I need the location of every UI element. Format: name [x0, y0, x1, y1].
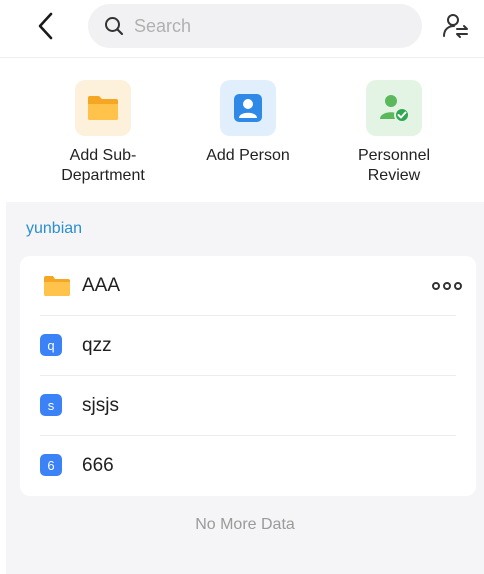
person-icon [220, 80, 276, 136]
member-name: 666 [82, 455, 114, 476]
back-button[interactable] [30, 10, 60, 42]
avatar: q [40, 334, 62, 356]
person-check-icon [366, 80, 422, 136]
search-input[interactable] [134, 15, 404, 37]
avatar: 6 [40, 454, 62, 476]
member-name: sjsjs [82, 395, 119, 416]
list-item[interactable]: s sjsjs [20, 376, 476, 436]
personnel-review-label: Personnel Review [357, 147, 431, 184]
folder-name: AAA [82, 275, 121, 296]
action-bar: Add Sub- Department Add Person Personnel… [0, 58, 484, 202]
list-item[interactable]: q qzz [20, 316, 476, 376]
list-item[interactable]: 6 666 [20, 436, 476, 496]
personnel-review-button[interactable]: Personnel Review [329, 80, 459, 186]
search-bar[interactable] [88, 4, 422, 48]
folder-icon [75, 80, 131, 136]
list-item-folder[interactable]: AAA [20, 256, 476, 316]
chevron-left-icon [38, 12, 53, 40]
end-of-list-text: No More Data [195, 516, 295, 533]
department-content: yunbian AAA q qzz s sjsjs 6 666 No More … [6, 202, 484, 574]
add-person-button[interactable]: Add Person [183, 80, 313, 166]
user-switch-icon [443, 14, 468, 38]
add-sub-department-label: Add Sub- Department [61, 147, 145, 184]
add-person-label: Add Person [206, 147, 290, 164]
folder-icon [44, 276, 70, 296]
switch-user-button[interactable] [440, 10, 472, 42]
breadcrumb[interactable]: yunbian [26, 220, 82, 238]
avatar: s [40, 394, 62, 416]
member-list: AAA q qzz s sjsjs 6 666 [20, 256, 476, 496]
top-bar [0, 0, 484, 58]
member-name: qzz [82, 335, 112, 356]
search-icon [104, 15, 126, 37]
more-options-icon[interactable] [432, 278, 462, 294]
page: Add Sub- Department Add Person [0, 0, 484, 574]
add-sub-department-button[interactable]: Add Sub- Department [38, 80, 168, 186]
